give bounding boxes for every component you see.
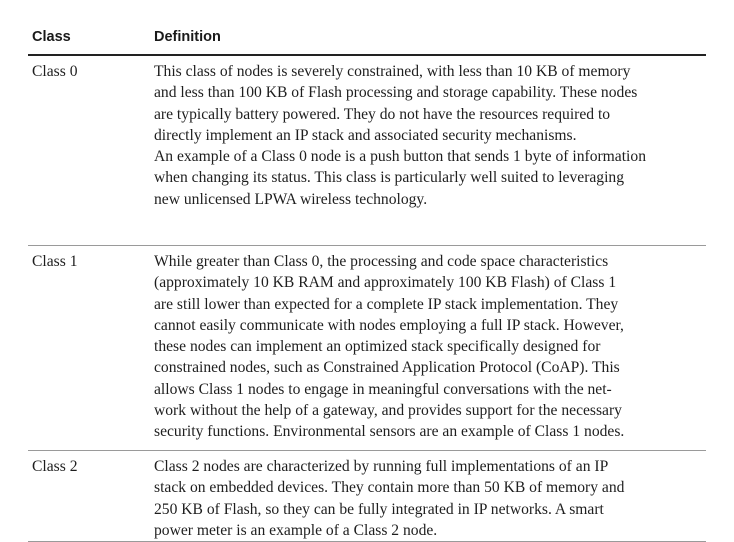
definition-line: This class of nodes is severely constrai… xyxy=(154,63,631,80)
definition-line: constrained nodes, such as Constrained A… xyxy=(154,359,620,377)
header-class: Class xyxy=(32,29,71,45)
definition-line: While greater than Class 0, the processi… xyxy=(154,253,609,270)
class-definition-table: Class Definition Class 0 This class of n… xyxy=(28,20,706,542)
definition-cell: Class 2 nodes are characterized by runni… xyxy=(154,451,706,541)
definition-line: these nodes can implement an optimized s… xyxy=(154,338,601,356)
definition-line: (approximately 10 KB RAM and approximate… xyxy=(154,274,617,292)
definition-line: security functions. Environmental sensor… xyxy=(154,423,625,441)
definition-line: stack on embedded devices. They contain … xyxy=(154,479,625,497)
definition-line: are typically battery powered. They do n… xyxy=(154,105,611,123)
header-definition: Definition xyxy=(154,29,221,45)
definition-line: cannot easily communicate with nodes emp… xyxy=(154,316,624,334)
table-row: Class 0 This class of nodes is severely … xyxy=(28,56,706,246)
definition-cell: While greater than Class 0, the processi… xyxy=(154,246,706,450)
definition-line: allows Class 1 nodes to engage in meanin… xyxy=(154,380,612,398)
definition-line: Class 2 nodes are characterized by runni… xyxy=(154,458,609,475)
class-cell: Class 1 xyxy=(32,253,78,270)
table-row: Class 1 While greater than Class 0, the … xyxy=(28,246,706,451)
definition-line: work without the help of a gateway, and … xyxy=(154,402,622,420)
definition-cell: This class of nodes is severely constrai… xyxy=(154,56,706,245)
definition-line: when changing its status. This class is … xyxy=(154,169,625,187)
definition-line: 250 KB of Flash, so they can be fully in… xyxy=(154,500,604,518)
table-header-row: Class Definition xyxy=(28,20,706,56)
class-cell: Class 0 xyxy=(32,63,78,80)
table-row: Class 2 Class 2 nodes are characterized … xyxy=(28,451,706,542)
class-cell: Class 2 xyxy=(32,458,78,475)
definition-line: and less than 100 KB of Flash processing… xyxy=(154,84,638,102)
definition-line: power meter is an example of a Class 2 n… xyxy=(154,521,438,539)
definition-line: are still lower than expected for a comp… xyxy=(154,295,619,313)
definition-line: directly implement an IP stack and assoc… xyxy=(154,126,577,144)
definition-line: An example of a Class 0 node is a push b… xyxy=(154,148,646,166)
definition-line: new unlicensed LPWA wireless technology. xyxy=(154,190,428,208)
